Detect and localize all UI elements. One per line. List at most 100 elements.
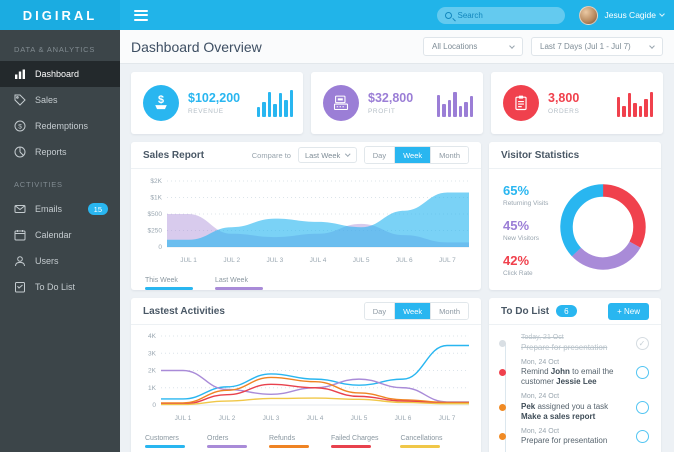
- legend-item: This Week: [145, 277, 193, 290]
- new-todo-button[interactable]: + New: [608, 302, 649, 320]
- visitor-stats-list: 65% Returning Visits 45% New Visitors 42% Cli…: [503, 183, 548, 277]
- svg-text:JUL 6: JUL 6: [396, 257, 413, 264]
- sidebar-item-calendar[interactable]: Calendar: [0, 222, 120, 248]
- activities-tab-week[interactable]: Week: [395, 303, 432, 319]
- activities-tab-day[interactable]: Day: [364, 303, 396, 319]
- visitor-stat: 42% Click Rate: [503, 253, 548, 277]
- legend-item: Failed Charges: [331, 435, 378, 448]
- user-menu[interactable]: Jesus Cagide: [579, 5, 665, 25]
- spark-bar: [453, 91, 457, 117]
- visitor-donut-box: [555, 179, 651, 280]
- bar-chart-icon: [14, 68, 26, 80]
- spark-bar: [638, 105, 642, 117]
- sidebar-item-label: Sales: [35, 95, 58, 105]
- main-area: Dashboard Overview All Locations Last 7 …: [120, 30, 674, 452]
- search-box[interactable]: [437, 6, 566, 24]
- profit-icon: [323, 85, 359, 121]
- clipboard-icon: [14, 281, 26, 293]
- search-input[interactable]: [457, 10, 548, 20]
- series-this-week-area: [167, 192, 469, 247]
- svg-text:JUL 7: JUL 7: [439, 415, 456, 422]
- visitor-stat: 45% New Visitors: [503, 218, 548, 242]
- stat-text: $32,800 PROFIT: [368, 91, 413, 115]
- sales-report-legend: This Week Last Week: [131, 274, 481, 290]
- pie-chart-icon: [14, 146, 26, 158]
- svg-text:2K: 2K: [148, 368, 157, 375]
- location-filter-select[interactable]: All Locations: [423, 37, 523, 56]
- sales-report-title: Sales Report: [143, 149, 205, 161]
- todo-checkbox[interactable]: [635, 430, 649, 444]
- page-header: Dashboard Overview All Locations Last 7 …: [120, 30, 674, 64]
- chevron-down-icon: [649, 42, 655, 49]
- emails-count-badge: 15: [87, 203, 108, 215]
- todo-card: To Do List 6 + New Today, 21 Oct Prepare …: [489, 298, 661, 452]
- spark-bar: [289, 90, 293, 117]
- dollar-circle-icon: $: [14, 120, 26, 132]
- legend-item: Last Week: [215, 277, 263, 290]
- sidebar-item-label: Users: [35, 256, 59, 266]
- orders-icon: [503, 85, 539, 121]
- stats-row: $ $102,200 REVENUE $32,800 PROFIT 3,800 ORDERS: [131, 72, 663, 134]
- stat-label: REVENUE: [188, 108, 224, 115]
- todo-item-text: Mon, 24 Oct Pek assigned you a task Make …: [521, 393, 629, 422]
- compare-to-label: Compare to: [251, 150, 291, 160]
- legend-item: Customers: [145, 435, 185, 448]
- sidebar-item-emails[interactable]: Emails 15: [0, 196, 120, 222]
- todo-checkbox[interactable]: [635, 400, 649, 414]
- visitor-statistics-card: Visitor Statistics 65% Returning Visits 45…: [489, 142, 661, 290]
- svg-text:$2K: $2K: [150, 178, 162, 185]
- envelope-icon: [14, 203, 26, 215]
- spark-bar: [627, 93, 631, 117]
- date-range-select[interactable]: Last 7 Days (Jul 1 - Jul 7): [531, 37, 663, 56]
- activities-range-tabs: Day Week Month: [363, 302, 469, 320]
- todo-item: Today, 21 Oct Prepare for presentation ✓: [489, 331, 661, 356]
- stat-text: 3,800 ORDERS: [548, 91, 579, 115]
- svg-text:1K: 1K: [148, 385, 157, 392]
- stat-value: 3,800: [548, 91, 580, 105]
- sidebar-item-label: To Do List: [35, 282, 76, 292]
- sales-tab-month[interactable]: Month: [431, 147, 468, 163]
- visitor-stat-value: 65%: [503, 182, 530, 198]
- sidebar-item-sales[interactable]: Sales: [0, 87, 120, 113]
- sidebar-item-redemptions[interactable]: $ Redemptions: [0, 113, 120, 139]
- svg-text:4K: 4K: [148, 333, 157, 340]
- sidebar-item-users[interactable]: Users: [0, 248, 120, 274]
- spark-bar: [464, 101, 468, 117]
- user-icon: [14, 255, 26, 267]
- sidebar-item-dashboard[interactable]: Dashboard: [0, 61, 120, 87]
- menu-icon[interactable]: [134, 9, 148, 21]
- spark-bar: [262, 101, 266, 117]
- legend-item: Cancellations: [400, 435, 443, 448]
- compare-to-select[interactable]: Last Week: [297, 147, 357, 163]
- spark-bar: [273, 104, 277, 117]
- series-orders-line: [161, 369, 469, 403]
- chevron-down-icon: [659, 11, 665, 17]
- spark-bar: [447, 100, 451, 117]
- sales-tab-day[interactable]: Day: [364, 147, 396, 163]
- visitor-stat-label: New Visitors: [503, 234, 540, 242]
- todo-checkbox[interactable]: ✓: [635, 336, 649, 350]
- calendar-icon: [14, 229, 26, 241]
- latest-activities-title: Lastest Activities: [143, 305, 225, 317]
- todo-item-date: Mon, 24 Oct: [521, 358, 560, 366]
- todo-checkbox[interactable]: [635, 366, 649, 380]
- todo-item-description: Remind John to email the customer Jessie…: [521, 367, 614, 386]
- legend-swatch: [145, 445, 185, 448]
- svg-text:$: $: [158, 94, 164, 106]
- activities-chart: 4K 3K 2K 1K 0 JUL 1 JUL 2 JUL 3 JUL 4 JUL 5 JUL 6 J…: [148, 333, 469, 422]
- stat-value: $102,200: [188, 91, 241, 105]
- activities-tab-month[interactable]: Month: [431, 303, 468, 319]
- sales-tab-week[interactable]: Week: [395, 147, 432, 163]
- content: $ $102,200 REVENUE $32,800 PROFIT 3,800 ORDERS…: [120, 64, 674, 452]
- svg-text:JUL 5: JUL 5: [353, 257, 370, 264]
- spark-bar: [633, 103, 637, 117]
- compare-to-value: Last Week: [304, 150, 341, 160]
- todo-item-text: Mon, 24 Oct Prepare for presentation: [521, 428, 629, 447]
- sidebar-section-label: ACTIVITIES: [14, 180, 63, 189]
- svg-text:JUL 6: JUL 6: [395, 415, 412, 422]
- sidebar-item-reports[interactable]: Reports: [0, 139, 120, 165]
- sidebar-item-label: Dashboard: [35, 69, 80, 79]
- svg-text:$: $: [18, 123, 22, 130]
- sidebar-item-to-do-list[interactable]: To Do List: [0, 274, 120, 300]
- todo-title: To Do List: [501, 305, 550, 317]
